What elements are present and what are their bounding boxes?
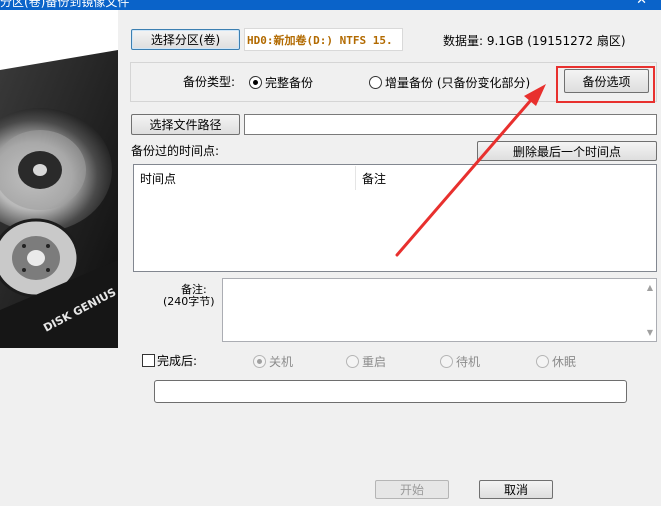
incremental-backup-radio[interactable]: 增量备份 (只备份变化部分) [369, 74, 530, 91]
close-icon[interactable]: ✕ [636, 0, 647, 8]
full-backup-label: 完整备份 [265, 76, 314, 90]
start-button[interactable]: 开始 [375, 480, 449, 499]
timepoints-list[interactable]: 时间点 备注 [133, 164, 657, 272]
window-title: 分区(卷)备份到镜像文件 [0, 0, 130, 9]
after-complete-label: 完成后: [157, 354, 198, 368]
radio-unselected-icon [536, 355, 549, 368]
full-backup-radio[interactable]: 完整备份 [249, 74, 313, 91]
partition-info-box: HD0:新加卷(D:) NTFS 15. [244, 28, 403, 51]
remark-hint: (240字节) [163, 295, 215, 308]
radio-selected-icon [249, 76, 262, 89]
scroll-down-icon[interactable]: ▼ [647, 328, 653, 337]
remark-textarea[interactable]: ▲ ▼ [222, 278, 657, 342]
radio-unselected-icon [346, 355, 359, 368]
column-header-remark[interactable]: 备注 [356, 165, 656, 191]
backup-type-label: 备份类型: [183, 75, 236, 89]
select-file-path-button[interactable]: 选择文件路径 [131, 114, 240, 135]
progress-bar [154, 380, 627, 403]
radio-unselected-icon [369, 76, 382, 89]
after-shutdown-radio[interactable]: 关机 [253, 353, 293, 370]
after-restart-radio[interactable]: 重启 [346, 353, 386, 370]
cancel-button[interactable]: 取消 [479, 480, 553, 499]
backup-options-button[interactable]: 备份选项 [564, 69, 649, 93]
after-hibernate-radio[interactable]: 休眠 [536, 353, 576, 370]
title-bar: 分区(卷)备份到镜像文件 ✕ [0, 0, 661, 10]
delete-last-timepoint-button[interactable]: 删除最后一个时间点 [477, 141, 657, 161]
file-path-input[interactable] [244, 114, 657, 135]
incremental-backup-label: 增量备份 (只备份变化部分) [385, 76, 531, 90]
radio-unselected-icon [440, 355, 453, 368]
data-size-text: 数据量: 9.1GB (19151272 扇区) [443, 34, 626, 48]
scroll-up-icon[interactable]: ▲ [647, 283, 653, 292]
timepoints-label: 备份过的时间点: [131, 144, 220, 158]
disk-genius-side-image: DISK GENIUS [0, 10, 118, 348]
partition-info-text: HD0:新加卷(D:) NTFS 15. [247, 33, 393, 47]
after-standby-radio[interactable]: 待机 [440, 353, 480, 370]
radio-selected-icon [253, 355, 266, 368]
hard-disk-illustration: DISK GENIUS [0, 10, 118, 348]
column-header-timepoint[interactable]: 时间点 [134, 165, 355, 191]
after-complete-checkbox[interactable] [142, 354, 155, 367]
select-partition-button[interactable]: 选择分区(卷) [131, 29, 240, 50]
